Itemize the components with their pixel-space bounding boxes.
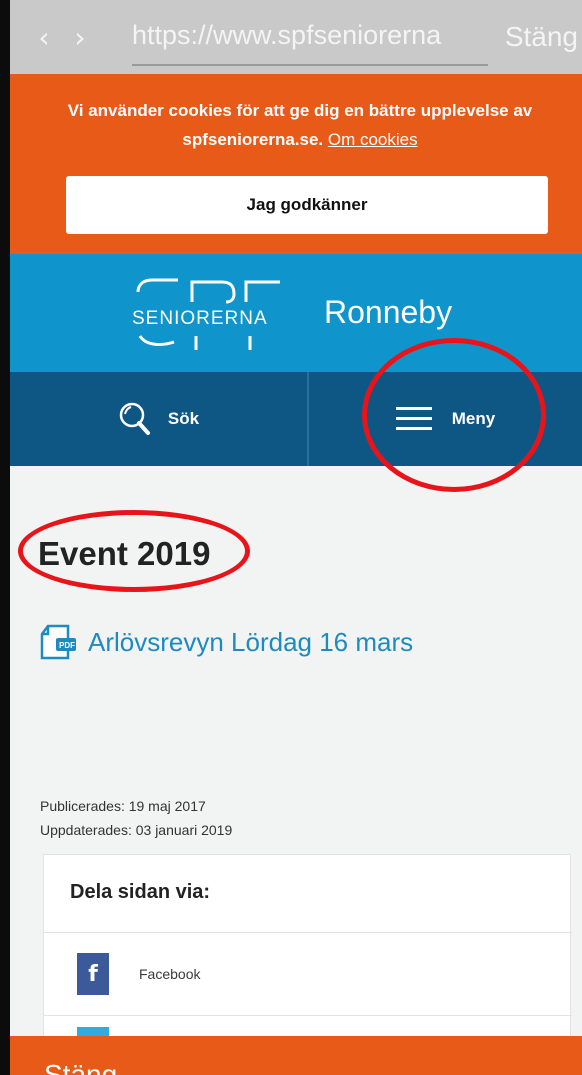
share-facebook[interactable]: f Facebook: [44, 933, 572, 1015]
menu-button[interactable]: Meny: [309, 372, 582, 466]
region-name: Ronneby: [324, 294, 453, 330]
search-label: Sök: [167, 409, 200, 428]
phone-screen: ‹ › https://www.spfseniorerna Stäng Vi a…: [0, 0, 582, 1075]
logo-wordmark: SENIORERNA: [132, 308, 268, 329]
menu-label: Meny: [451, 409, 496, 428]
hamburger-menu-icon: [395, 407, 432, 430]
facebook-icon: f: [77, 953, 109, 995]
cookie-banner: Vi använder cookies för att ge dig en bä…: [10, 74, 582, 254]
bottom-close-label: Stäng: [44, 1059, 118, 1075]
svg-text:PDF: PDF: [59, 641, 75, 650]
updated-date: Uppdaterades: 03 januari 2019: [40, 822, 233, 838]
bottom-close-bar[interactable]: Stäng: [10, 1036, 582, 1075]
screen-edge: [0, 0, 10, 1075]
search-button[interactable]: Sök: [10, 372, 307, 466]
share-panel: Dela sidan via: f Facebook: [43, 854, 572, 1047]
share-divider: [44, 1015, 572, 1016]
document-link-text: Arlövsrevyn Lördag 16 mars: [88, 627, 414, 657]
address-bar[interactable]: https://www.spfseniorerna: [132, 14, 488, 66]
search-icon: [119, 402, 150, 435]
browser-toolbar: ‹ › https://www.spfseniorerna Stäng: [10, 0, 582, 74]
spf-logo[interactable]: SENIORERNA: [130, 272, 306, 356]
nav-bar: Sök Meny: [10, 372, 582, 466]
cookie-message: Vi använder cookies för att ge dig en bä…: [30, 96, 570, 154]
chevron-left-icon[interactable]: ‹: [26, 0, 62, 74]
url-text: https://www.spfseniorerna: [132, 20, 442, 50]
main-content: Event 2019 PDF Arlövsrevyn Lördag 16 mar…: [10, 466, 582, 1047]
page-title: Event 2019: [38, 535, 211, 572]
share-title: Dela sidan via:: [70, 881, 211, 903]
share-facebook-label: Facebook: [139, 966, 201, 982]
chevron-right-icon[interactable]: ›: [62, 0, 98, 74]
cookie-info-link[interactable]: Om cookies: [328, 130, 418, 149]
site-header: SENIORERNA Ronneby: [10, 254, 582, 372]
published-date: Publicerades: 19 maj 2017: [40, 798, 206, 814]
accept-cookies-button[interactable]: Jag godkänner: [66, 176, 548, 234]
close-browser-button[interactable]: Stäng: [505, 18, 578, 56]
cookie-message-text: Vi använder cookies för att ge dig en bä…: [67, 101, 533, 149]
document-link[interactable]: PDF Arlövsrevyn Lördag 16 mars: [38, 624, 413, 660]
pdf-document-icon: PDF: [40, 624, 76, 660]
